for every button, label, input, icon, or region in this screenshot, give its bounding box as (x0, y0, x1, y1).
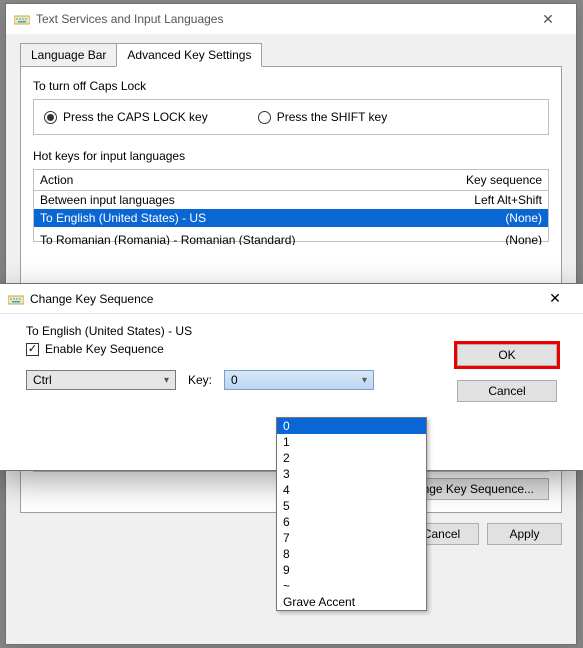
table-row[interactable]: To Romanian (Romania) - Romanian (Standa… (34, 231, 548, 245)
combo-value: 0 (231, 373, 238, 387)
list-item[interactable]: 1 (277, 434, 426, 450)
hotkeys-list[interactable]: Between input languages Left Alt+Shift T… (33, 191, 549, 242)
list-item[interactable]: 5 (277, 498, 426, 514)
dialog-titlebar[interactable]: Change Key Sequence ✕ (0, 284, 583, 314)
keyboard-icon (14, 11, 30, 27)
window-title: Text Services and Input Languages (36, 12, 528, 26)
list-item[interactable]: 0 (277, 418, 426, 434)
list-item[interactable]: 8 (277, 546, 426, 562)
hotkeys-header: Action Key sequence (33, 169, 549, 191)
combo-value: Ctrl (33, 373, 52, 387)
caps-lock-group: Press the CAPS LOCK key Press the SHIFT … (33, 99, 549, 135)
radio-indicator-icon (44, 111, 57, 124)
for-language-label: To English (United States) - US (26, 324, 557, 338)
dialog-title: Change Key Sequence (30, 292, 535, 306)
close-icon[interactable]: ✕ (528, 11, 568, 28)
cell-seq: (None) (505, 233, 542, 243)
key-label: Key: (188, 373, 212, 387)
list-item[interactable]: Grave Accent (277, 594, 426, 610)
key-dropdown-list[interactable]: 0 1 2 3 4 5 6 7 8 9 ~ Grave Accent (276, 417, 427, 611)
radio-label: Press the CAPS LOCK key (63, 110, 208, 124)
checkbox-label: Enable Key Sequence (45, 342, 164, 356)
radio-label: Press the SHIFT key (277, 110, 387, 124)
list-item[interactable]: 4 (277, 482, 426, 498)
chevron-down-icon: ▾ (164, 375, 169, 386)
close-icon[interactable]: ✕ (535, 290, 575, 307)
col-action: Action (40, 173, 73, 187)
chevron-down-icon: ▾ (362, 375, 367, 386)
cell-seq: (None) (505, 211, 542, 225)
list-item[interactable]: 7 (277, 530, 426, 546)
table-row[interactable]: To English (United States) - US (None) (34, 209, 548, 227)
col-sequence: Key sequence (466, 173, 542, 187)
keyboard-icon (8, 291, 24, 307)
caps-lock-group-label: To turn off Caps Lock (33, 79, 549, 93)
list-item[interactable]: ~ (277, 578, 426, 594)
list-item[interactable]: 6 (277, 514, 426, 530)
cell-action: To Romanian (Romania) - Romanian (Standa… (40, 233, 295, 243)
list-item[interactable]: 2 (277, 450, 426, 466)
titlebar[interactable]: Text Services and Input Languages ✕ (6, 4, 576, 34)
radio-caps-lock-key[interactable]: Press the CAPS LOCK key (44, 110, 208, 124)
modifier-combo[interactable]: Ctrl ▾ (26, 370, 176, 390)
cell-action: Between input languages (40, 193, 175, 207)
list-item[interactable]: 9 (277, 562, 426, 578)
list-item[interactable]: 3 (277, 466, 426, 482)
radio-shift-key[interactable]: Press the SHIFT key (258, 110, 387, 124)
dialog-ok-button[interactable]: OK (457, 344, 557, 366)
dialog-cancel-button[interactable]: Cancel (457, 380, 557, 402)
key-combo[interactable]: 0 ▾ (224, 370, 374, 390)
tab-language-bar[interactable]: Language Bar (20, 43, 117, 67)
cell-seq: Left Alt+Shift (474, 193, 542, 207)
radio-indicator-icon (258, 111, 271, 124)
table-row[interactable]: Between input languages Left Alt+Shift (34, 191, 548, 209)
hotkeys-group-label: Hot keys for input languages (33, 149, 549, 163)
checkbox-indicator-icon: ✓ (26, 343, 39, 356)
tab-advanced-key-settings[interactable]: Advanced Key Settings (116, 43, 262, 67)
cell-action: To English (United States) - US (40, 211, 206, 225)
apply-button[interactable]: Apply (487, 523, 562, 545)
